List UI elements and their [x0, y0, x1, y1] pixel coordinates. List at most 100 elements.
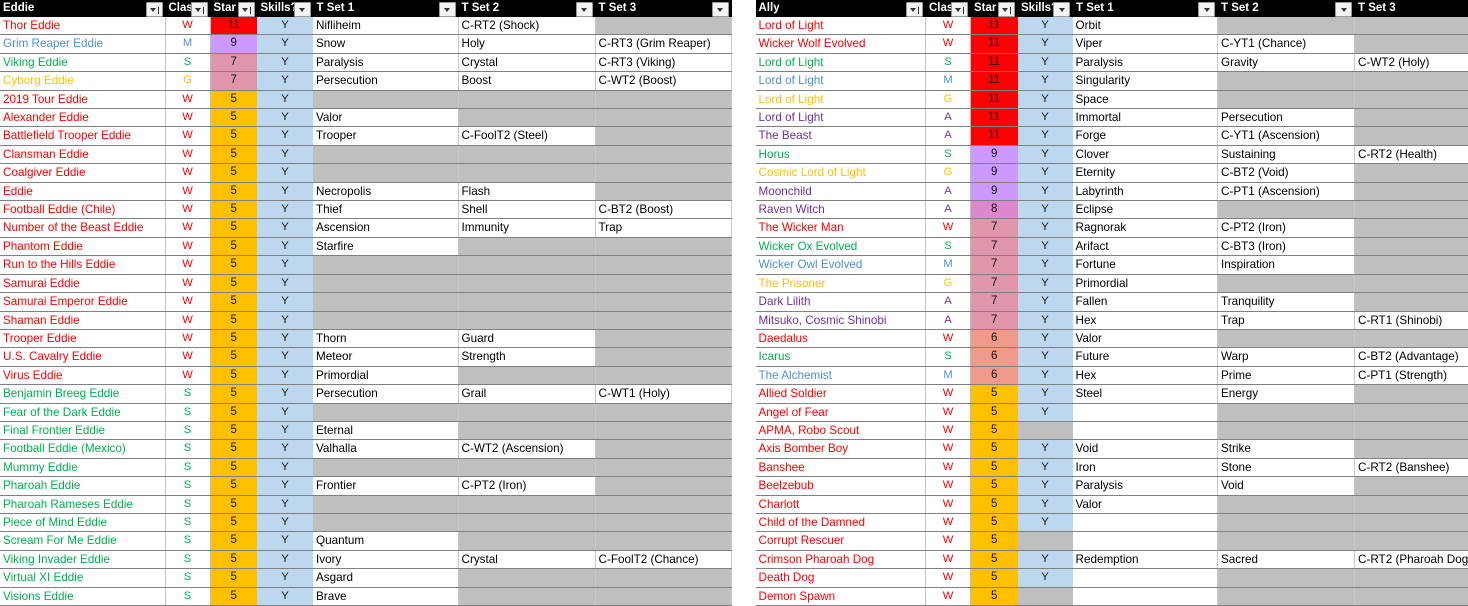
cell-t-set-2[interactable] — [1218, 274, 1355, 292]
cell-t-set-1[interactable]: Hex — [1073, 311, 1218, 329]
table-row[interactable]: U.S. Cavalry EddieW5YMeteorStrength — [0, 348, 731, 366]
cell-class[interactable]: W — [926, 532, 971, 550]
cell-skills-flag[interactable]: Y — [257, 237, 313, 255]
cell-class[interactable]: G — [926, 90, 971, 108]
cell-t-set-1[interactable]: Viper — [1073, 35, 1218, 53]
cell-class[interactable]: W — [165, 219, 210, 237]
cell-skills-flag[interactable]: Y — [257, 403, 313, 421]
cell-skills-flag[interactable]: Y — [1018, 550, 1073, 568]
cell-star-rating[interactable]: 7 — [971, 311, 1018, 329]
table-row[interactable]: Lord of LightG11YSpace — [756, 90, 1468, 108]
cell-star-rating[interactable]: 5 — [210, 587, 257, 605]
filter-sorted-icon[interactable] — [998, 2, 1015, 17]
filter-icon[interactable] — [576, 2, 593, 17]
cell-t-set-3[interactable] — [1355, 274, 1468, 292]
filter-sorted-icon[interactable] — [238, 2, 255, 17]
cell-entity-name[interactable]: The Alchemist — [756, 366, 926, 384]
cell-skills-flag[interactable]: Y — [1018, 127, 1073, 145]
column-header-ally[interactable]: Ally — [756, 0, 926, 17]
cell-t-set-3[interactable] — [1355, 164, 1468, 182]
cell-t-set-3[interactable]: C-RT2 (Pharoah Dog) — [1355, 550, 1468, 568]
cell-t-set-2[interactable]: C-RT2 (Shock) — [458, 17, 595, 35]
cell-t-set-1[interactable]: Orbit — [1073, 17, 1218, 35]
cell-class[interactable]: W — [926, 403, 971, 421]
cell-t-set-3[interactable] — [1355, 219, 1468, 237]
cell-entity-name[interactable]: Charlott — [756, 495, 926, 513]
cell-t-set-3[interactable] — [595, 90, 731, 108]
cell-t-set-2[interactable] — [458, 403, 595, 421]
cell-star-rating[interactable]: 5 — [210, 569, 257, 587]
cell-t-set-1[interactable]: Ascension — [313, 219, 458, 237]
cell-class[interactable]: S — [926, 348, 971, 366]
cell-entity-name[interactable]: Piece of Mind Eddie — [0, 513, 165, 531]
cell-star-rating[interactable]: 5 — [210, 127, 257, 145]
cell-t-set-1[interactable]: Valor — [1073, 495, 1218, 513]
cell-entity-name[interactable]: The Prisoner — [756, 274, 926, 292]
cell-star-rating[interactable]: 7 — [971, 256, 1018, 274]
cell-star-rating[interactable]: 9 — [210, 35, 257, 53]
cell-t-set-2[interactable] — [458, 237, 595, 255]
cell-t-set-1[interactable]: Fallen — [1073, 293, 1218, 311]
cell-t-set-3[interactable]: C-RT1 (Shinobi) — [1355, 311, 1468, 329]
cell-star-rating[interactable]: 5 — [210, 495, 257, 513]
cell-skills-flag[interactable]: Y — [1018, 403, 1073, 421]
cell-entity-name[interactable]: Corrupt Rescuer — [756, 532, 926, 550]
cell-skills-flag[interactable] — [1018, 421, 1073, 439]
cell-entity-name[interactable]: U.S. Cavalry Eddie — [0, 348, 165, 366]
cell-t-set-3[interactable] — [595, 109, 731, 127]
cell-t-set-1[interactable] — [313, 145, 458, 163]
cell-class[interactable]: W — [926, 513, 971, 531]
cell-star-rating[interactable]: 5 — [210, 329, 257, 347]
column-header-star[interactable]: Star — [210, 0, 257, 17]
cell-t-set-2[interactable]: Flash — [458, 182, 595, 200]
column-header-eddie[interactable]: Eddie — [0, 0, 165, 17]
cell-star-rating[interactable]: 5 — [210, 293, 257, 311]
cell-t-set-3[interactable] — [595, 348, 731, 366]
cell-t-set-2[interactable]: Guard — [458, 329, 595, 347]
cell-t-set-3[interactable] — [1355, 587, 1468, 605]
cell-star-rating[interactable]: 5 — [210, 219, 257, 237]
cell-t-set-2[interactable]: C-BT2 (Void) — [1218, 164, 1355, 182]
cell-star-rating[interactable]: 7 — [971, 293, 1018, 311]
cell-t-set-2[interactable] — [458, 458, 595, 476]
cell-entity-name[interactable]: Banshee — [756, 458, 926, 476]
cell-t-set-1[interactable] — [313, 311, 458, 329]
column-header-class[interactable]: Class — [926, 0, 971, 17]
cell-entity-name[interactable]: Allied Soldier — [756, 385, 926, 403]
cell-class[interactable]: S — [165, 569, 210, 587]
table-row[interactable]: Cosmic Lord of LightG9YEternityC-BT2 (Vo… — [756, 164, 1468, 182]
cell-t-set-1[interactable]: Steel — [1073, 385, 1218, 403]
cell-entity-name[interactable]: Virtual XI Eddie — [0, 569, 165, 587]
table-row[interactable]: Grim Reaper EddieM9YSnowHolyC-RT3 (Grim … — [0, 35, 731, 53]
cell-class[interactable]: W — [926, 495, 971, 513]
cell-t-set-1[interactable]: Clover — [1073, 145, 1218, 163]
cell-skills-flag[interactable]: Y — [1018, 329, 1073, 347]
table-row[interactable]: Corrupt RescuerW5 — [756, 532, 1468, 550]
cell-entity-name[interactable]: Pharoah Rameses Eddie — [0, 495, 165, 513]
cell-t-set-3[interactable] — [595, 458, 731, 476]
cell-entity-name[interactable]: Battlefield Trooper Eddie — [0, 127, 165, 145]
cell-class[interactable]: G — [165, 72, 210, 90]
cell-t-set-1[interactable]: Nifliheim — [313, 17, 458, 35]
cell-t-set-2[interactable] — [458, 145, 595, 163]
cell-star-rating[interactable]: 7 — [210, 72, 257, 90]
cell-t-set-2[interactable] — [458, 293, 595, 311]
cell-t-set-3[interactable] — [1355, 513, 1468, 531]
cell-entity-name[interactable]: Viking Invader Eddie — [0, 550, 165, 568]
cell-skills-flag[interactable]: Y — [1018, 385, 1073, 403]
cell-star-rating[interactable]: 11 — [971, 127, 1018, 145]
filter-icon[interactable] — [712, 2, 729, 17]
column-header-t-set-2[interactable]: T Set 2 — [458, 0, 595, 17]
cell-t-set-1[interactable]: Valor — [1073, 329, 1218, 347]
cell-t-set-1[interactable]: Forge — [1073, 127, 1218, 145]
cell-entity-name[interactable]: Wicker Ox Evolved — [756, 237, 926, 255]
cell-t-set-2[interactable] — [1218, 72, 1355, 90]
cell-t-set-3[interactable] — [1355, 127, 1468, 145]
cell-t-set-1[interactable]: Immortal — [1073, 109, 1218, 127]
cell-t-set-2[interactable] — [1218, 403, 1355, 421]
cell-skills-flag[interactable]: Y — [1018, 440, 1073, 458]
cell-class[interactable]: W — [165, 274, 210, 292]
cell-class[interactable]: A — [926, 293, 971, 311]
table-row[interactable]: Wicker Owl EvolvedM7YFortuneInspiration — [756, 256, 1468, 274]
cell-t-set-2[interactable]: C-FoolT2 (Steel) — [458, 127, 595, 145]
